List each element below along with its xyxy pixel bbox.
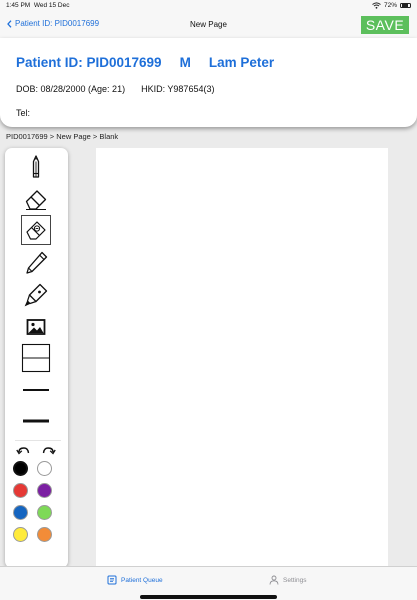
color-swatch-red[interactable] bbox=[13, 483, 28, 498]
pen-icon bbox=[26, 251, 48, 274]
page-title: New Page bbox=[190, 20, 227, 29]
undo-icon bbox=[16, 447, 30, 455]
status-time-date: 1:45 PM Wed 15 Dec bbox=[6, 2, 70, 9]
color-swatch-orange[interactable] bbox=[37, 527, 52, 542]
status-bar: 1:45 PM Wed 15 Dec 72% bbox=[0, 0, 417, 12]
eraser-icon bbox=[25, 190, 47, 210]
area-eraser-tool[interactable] bbox=[21, 215, 51, 245]
template-tool[interactable] bbox=[21, 343, 51, 373]
battery-percent: 72% bbox=[383, 2, 397, 9]
patient-dob: DOB: 08/28/2000 (Age: 21) bbox=[16, 84, 126, 94]
battery-icon bbox=[400, 2, 411, 9]
marker-icon bbox=[24, 283, 48, 307]
redo-icon bbox=[42, 447, 56, 455]
pencil-tool[interactable] bbox=[21, 152, 51, 182]
color-swatch-blue[interactable] bbox=[13, 505, 28, 520]
area-eraser-icon bbox=[26, 221, 46, 240]
status-time: 1:45 PM bbox=[6, 2, 31, 9]
drawing-toolbar bbox=[5, 148, 68, 568]
tab-settings[interactable]: Settings bbox=[269, 575, 307, 585]
color-swatch-black[interactable] bbox=[13, 461, 28, 476]
color-swatch-purple[interactable] bbox=[37, 483, 52, 498]
tab-patient-queue-label: Patient Queue bbox=[121, 576, 163, 584]
patient-info-card: Patient ID: PID0017699 M Lam Peter DOB: 08… bbox=[0, 38, 417, 127]
patient-hkid: HKID: Y987654(3) bbox=[141, 84, 215, 94]
redo-button[interactable] bbox=[40, 442, 58, 460]
status-indicators: 72% bbox=[372, 2, 411, 9]
patient-id: Patient ID: PID0017699 bbox=[16, 55, 162, 70]
save-button[interactable]: SAVE bbox=[361, 16, 409, 34]
image-tool[interactable] bbox=[21, 312, 51, 342]
tab-settings-label: Settings bbox=[283, 576, 307, 584]
patient-gender: M bbox=[179, 55, 191, 70]
patient-queue-icon bbox=[107, 575, 117, 585]
tab-bar: Patient Queue Settings bbox=[0, 566, 417, 600]
patient-header: Patient ID: PID0017699 M Lam Peter bbox=[16, 55, 274, 70]
thin-line-icon bbox=[23, 389, 49, 391]
pencil-icon bbox=[32, 155, 40, 178]
undo-button[interactable] bbox=[14, 442, 32, 460]
breadcrumb: PID0017699 > New Page > Blank bbox=[6, 132, 119, 141]
toolbar-divider bbox=[15, 440, 61, 441]
image-icon bbox=[26, 319, 46, 335]
drawing-canvas[interactable] bbox=[96, 148, 388, 566]
color-swatch-white[interactable] bbox=[37, 461, 52, 476]
color-swatch-green[interactable] bbox=[37, 505, 52, 520]
thick-line-icon bbox=[23, 419, 49, 423]
person-icon bbox=[269, 575, 279, 585]
home-indicator bbox=[140, 595, 277, 599]
thick-line-tool[interactable] bbox=[21, 406, 51, 436]
template-icon bbox=[21, 343, 51, 373]
wifi-icon bbox=[372, 2, 381, 9]
patient-details: DOB: 08/28/2000 (Age: 21) HKID: Y987654(3… bbox=[16, 84, 214, 94]
color-swatch-yellow[interactable] bbox=[13, 527, 28, 542]
patient-tel: Tel: bbox=[16, 108, 31, 118]
thin-line-tool[interactable] bbox=[21, 375, 51, 405]
patient-name: Lam Peter bbox=[208, 55, 275, 70]
nav-bar: Patient ID: PID0017699 New Page SAVE bbox=[0, 12, 417, 38]
tab-patient-queue[interactable]: Patient Queue bbox=[107, 575, 163, 585]
marker-tool[interactable] bbox=[21, 280, 51, 310]
pen-tool[interactable] bbox=[21, 248, 51, 278]
status-date: Wed 15 Dec bbox=[33, 2, 70, 9]
eraser-tool[interactable] bbox=[21, 184, 51, 214]
